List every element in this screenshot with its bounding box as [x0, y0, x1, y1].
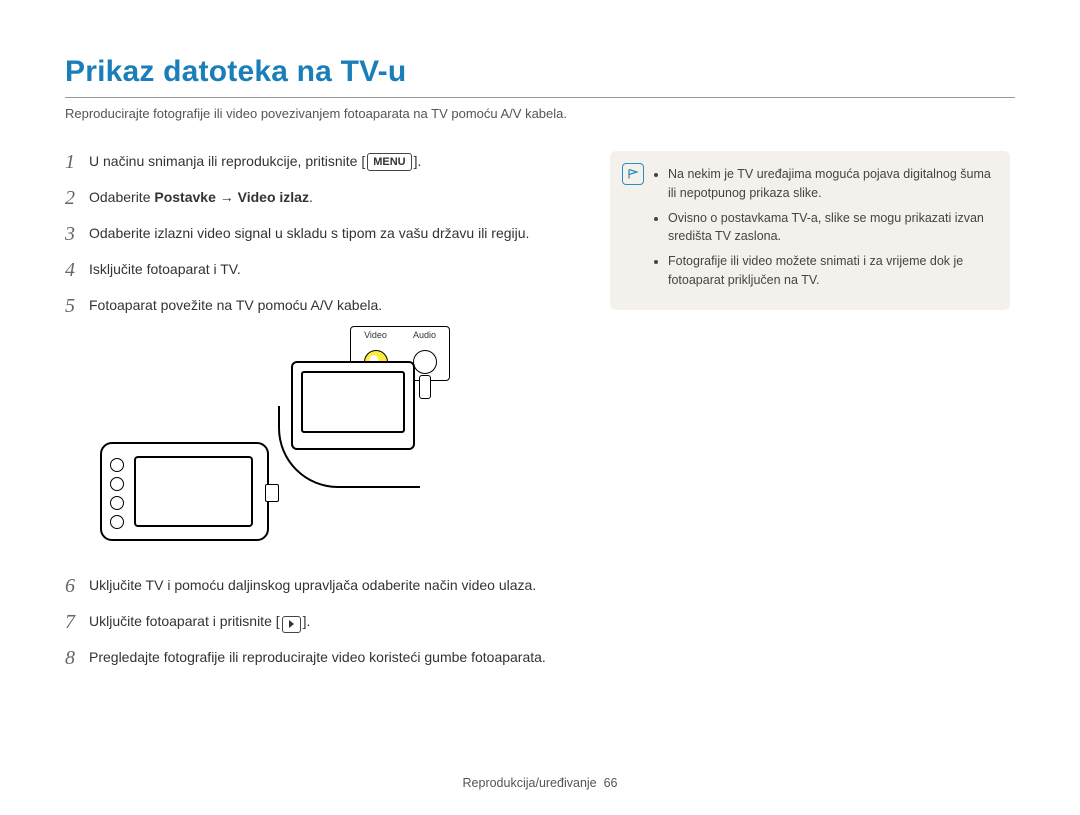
step-number: 8: [65, 647, 89, 669]
step-2-text-a: Odaberite: [89, 189, 154, 205]
step-1-text-b: ].: [414, 153, 422, 169]
note-item-1: Na nekim je TV uređajima moguća pojava d…: [668, 165, 994, 203]
step-6: 6 Uključite TV i pomoću daljinskog uprav…: [65, 575, 555, 597]
step-7-text-a: Uključite fotoaparat i pritisnite [: [89, 613, 280, 629]
playback-button-icon: [282, 616, 301, 633]
cable-icon: [278, 406, 420, 488]
video-jack-label: Video: [351, 330, 400, 340]
footer-page-number: 66: [604, 776, 618, 790]
step-2-bold: Postavke → Video izlaz: [154, 189, 309, 205]
footer-section: Reprodukcija/uređivanje: [463, 776, 597, 790]
step-3: 3 Odaberite izlazni video signal u sklad…: [65, 223, 555, 245]
camera-button-icon: [110, 515, 124, 529]
step-1: 1 U načinu snimanja ili reprodukcije, pr…: [65, 151, 555, 173]
connection-diagram: Video Audio: [95, 331, 455, 551]
step-7-text-b: ].: [303, 613, 311, 629]
step-4-text: Isključite fotoaparat i TV.: [89, 259, 555, 279]
step-number: 1: [65, 151, 89, 173]
note-info-icon: [622, 163, 644, 185]
audio-plug-icon: [419, 375, 431, 399]
camera-button-icon: [110, 477, 124, 491]
camera-screen-icon: [134, 456, 253, 527]
camera-icon: [100, 442, 269, 541]
page-footer: Reprodukcija/uređivanje 66: [0, 776, 1080, 790]
step-3-text: Odaberite izlazni video signal u skladu …: [89, 223, 555, 243]
note-item-3: Fotografije ili video možete snimati i z…: [668, 252, 994, 290]
step-5: 5 Fotoaparat povežite na TV pomoću A/V k…: [65, 295, 555, 317]
note-item-2: Ovisno o postavkama TV-a, slike se mogu …: [668, 209, 994, 247]
step-number: 4: [65, 259, 89, 281]
step-number: 2: [65, 187, 89, 209]
step-number: 6: [65, 575, 89, 597]
step-6-text: Uključite TV i pomoću daljinskog upravlj…: [89, 575, 555, 595]
step-number: 5: [65, 295, 89, 317]
camera-port-icon: [265, 484, 279, 502]
step-7: 7 Uključite fotoaparat i pritisnite [].: [65, 611, 555, 633]
step-5-text: Fotoaparat povežite na TV pomoću A/V kab…: [89, 295, 555, 315]
audio-jack-icon: [413, 350, 437, 374]
step-8: 8 Pregledajte fotografije ili reproducir…: [65, 647, 555, 669]
step-8-text: Pregledajte fotografije ili reproduciraj…: [89, 647, 555, 667]
audio-jack-label: Audio: [400, 330, 449, 340]
page-subtitle: Reproducirajte fotografije ili video pov…: [65, 106, 1015, 121]
step-number: 3: [65, 223, 89, 245]
step-2: 2 Odaberite Postavke → Video izlaz.: [65, 187, 555, 209]
note-box: Na nekim je TV uređajima moguća pojava d…: [610, 151, 1010, 310]
menu-button-label: MENU: [367, 153, 411, 171]
step-4: 4 Isključite fotoaparat i TV.: [65, 259, 555, 281]
page-title: Prikaz datoteka na TV-u: [65, 55, 1015, 89]
step-1-text-a: U načinu snimanja ili reprodukcije, prit…: [89, 153, 365, 169]
camera-button-icon: [110, 458, 124, 472]
camera-button-icon: [110, 496, 124, 510]
steps-column: 1 U načinu snimanja ili reprodukcije, pr…: [65, 151, 555, 683]
step-2-text-b: .: [309, 189, 313, 205]
step-number: 7: [65, 611, 89, 633]
